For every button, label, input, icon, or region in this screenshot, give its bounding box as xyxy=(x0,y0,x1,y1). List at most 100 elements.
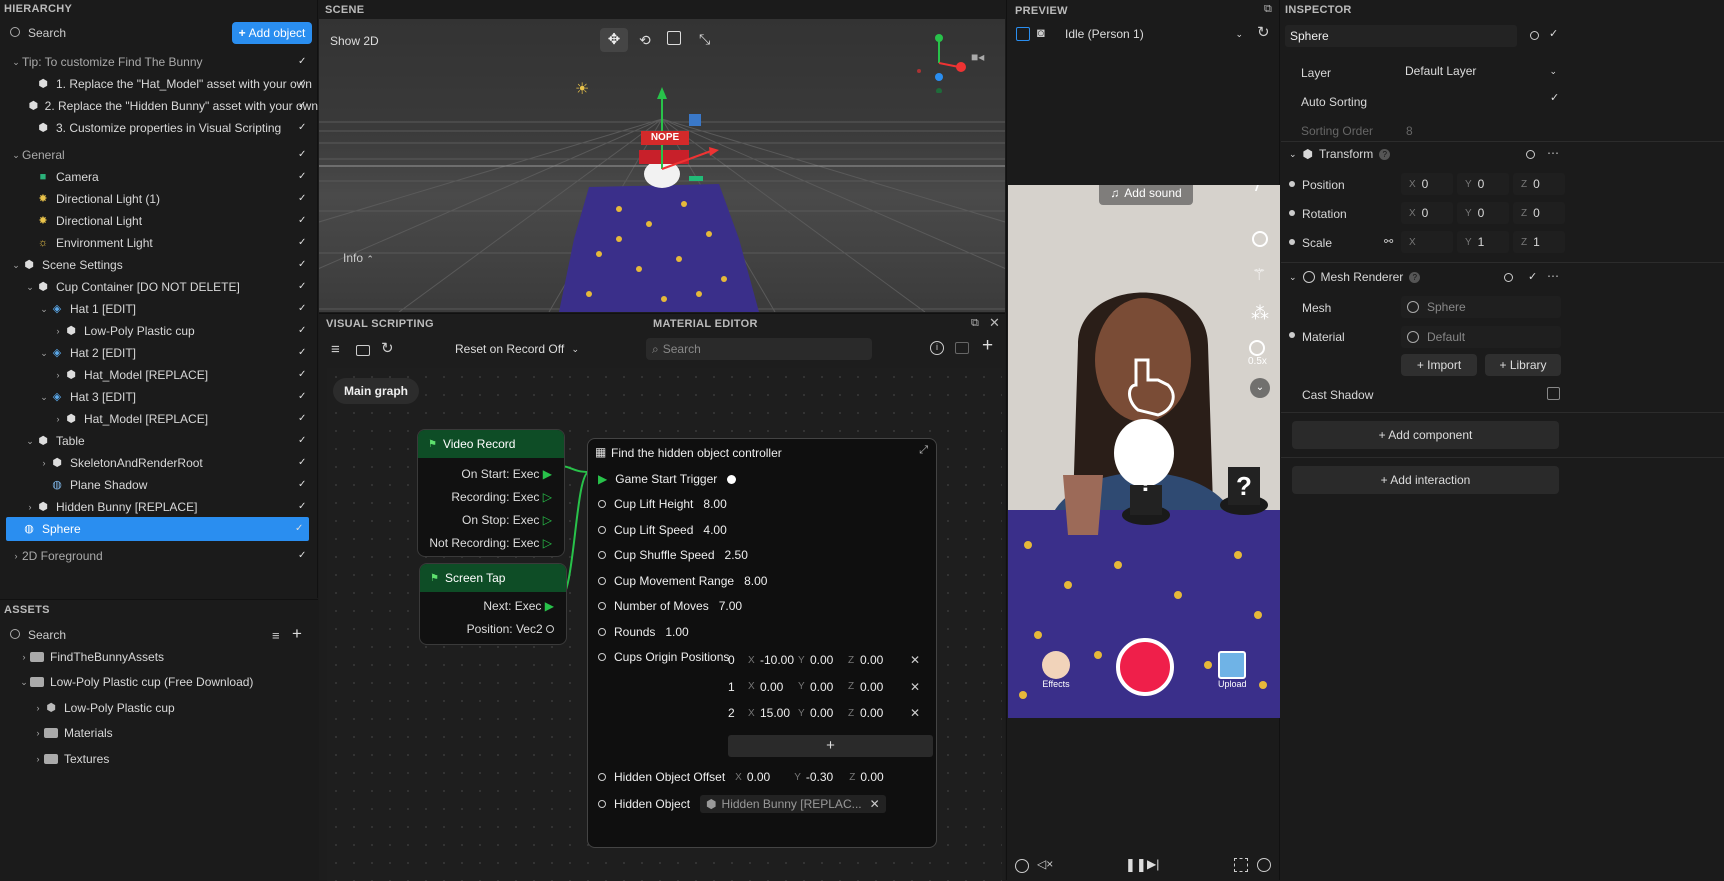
hierarchy-item[interactable]: ⌄ ⬢ Table ✓ xyxy=(0,429,318,453)
object-name-input[interactable]: Sphere xyxy=(1285,25,1517,47)
assets-search-input[interactable]: Search xyxy=(28,628,66,642)
visibility-check-icon[interactable]: ✓ xyxy=(298,370,308,380)
chevron-right-icon[interactable]: › xyxy=(38,458,50,468)
hierarchy-item[interactable]: ⌄ ◈ Hat 2 [EDIT] ✓ xyxy=(0,341,318,365)
recording-port[interactable]: Recording: Exec ▷ xyxy=(451,490,552,504)
cast-shadow-checkbox[interactable] xyxy=(1547,387,1560,400)
visual-scripting-title[interactable]: VISUAL SCRIPTING xyxy=(326,318,434,330)
more-icon[interactable]: ⋯ xyxy=(1547,269,1559,283)
property-value[interactable]: 2.50 xyxy=(725,548,748,562)
position-entry[interactable]: 2 X 15.00 Y 0.00 Z 0.00 ✕ xyxy=(728,702,933,724)
mute-icon[interactable]: ◁× xyxy=(1037,857,1053,871)
layout-icon[interactable] xyxy=(955,342,969,354)
hierarchy-item[interactable]: ⌄ General ✓ xyxy=(0,143,318,167)
position-z[interactable]: 0.00 xyxy=(860,653,910,667)
visibility-check-icon[interactable]: ✓ xyxy=(298,392,308,402)
step-forward-icon[interactable]: ▶| xyxy=(1147,857,1159,871)
hierarchy-search-input[interactable]: Search xyxy=(28,26,66,40)
pause-icon[interactable]: ❚❚ xyxy=(1125,857,1147,873)
asset-folder[interactable]: › Materials xyxy=(0,721,318,745)
visibility-check-icon[interactable]: ✓ xyxy=(298,326,308,336)
position-y[interactable]: 0.00 xyxy=(810,706,848,720)
hierarchy-item[interactable]: › ⬢ Hat_Model [REPLACE] ✓ xyxy=(0,363,318,387)
chevron-down-icon[interactable]: ⌄ xyxy=(10,57,22,68)
device-icon[interactable] xyxy=(1016,27,1030,41)
import-button[interactable]: + Import xyxy=(1401,354,1477,376)
hierarchy-item[interactable]: ⬢ 1. Replace the "Hat_Model" asset with y… xyxy=(0,72,318,96)
visibility-check-icon[interactable]: ✓ xyxy=(298,502,308,512)
not-recording-port[interactable]: Not Recording: Exec ▷ xyxy=(429,536,552,550)
visibility-check-icon[interactable]: ✓ xyxy=(298,304,308,314)
material-field[interactable]: Default xyxy=(1401,326,1561,348)
visibility-check-icon[interactable]: ✓ xyxy=(298,123,308,133)
refresh-icon[interactable]: ↻ xyxy=(381,339,394,357)
magic-wand-icon[interactable]: ⚚ xyxy=(1252,265,1266,285)
scale-z-field[interactable]: Z1 xyxy=(1513,231,1565,253)
visibility-check-icon[interactable]: ✓ xyxy=(298,57,308,67)
visibility-check-icon[interactable]: ✓ xyxy=(298,260,308,270)
visibility-check-icon[interactable]: ✓ xyxy=(298,436,308,446)
scale-x-field[interactable]: X xyxy=(1401,231,1453,253)
visibility-check-icon[interactable]: ✓ xyxy=(298,480,308,490)
radio-icon[interactable] xyxy=(1504,273,1513,282)
chevron-right-icon[interactable]: › xyxy=(52,326,64,336)
chevron-down-icon[interactable]: ⌄ xyxy=(38,392,50,403)
more-icon[interactable]: ⋯ xyxy=(1547,146,1559,160)
transform-header[interactable]: ⌄ ⬢ Transform? xyxy=(1289,147,1391,161)
info-toggle[interactable]: Info ⌃ xyxy=(343,251,374,265)
property-value[interactable]: 8.00 xyxy=(744,574,767,588)
visibility-check-icon[interactable]: ✓ xyxy=(298,150,308,160)
library-button[interactable]: + Library xyxy=(1485,354,1561,376)
position-x-field[interactable]: X0 xyxy=(1401,173,1453,195)
offset-z[interactable]: 0.00 xyxy=(860,770,883,784)
hierarchy-item[interactable]: ⌄ ⬢ Scene Settings ✓ xyxy=(0,253,318,277)
next-port[interactable]: Next: Exec ▶ xyxy=(483,599,554,613)
hierarchy-item[interactable]: ✸ Directional Light ✓ xyxy=(0,209,318,233)
offset-y[interactable]: -0.30 xyxy=(806,770,833,784)
visibility-check-icon[interactable]: ✓ xyxy=(298,414,308,424)
add-object-button[interactable]: + Add object xyxy=(232,22,312,44)
upload-button[interactable]: Upload xyxy=(1218,651,1247,689)
show-2d-toggle[interactable]: Show 2D xyxy=(330,34,379,48)
position-x[interactable]: 0.00 xyxy=(760,680,798,694)
clear-icon[interactable]: ✕ xyxy=(870,797,880,811)
position-z[interactable]: 0.00 xyxy=(860,706,910,720)
hidden-object[interactable]: Hidden Object ⬢ Hidden Bunny [REPLAC... ✕ xyxy=(598,795,886,813)
controller-property[interactable]: Cup Movement Range 8.00 xyxy=(598,574,767,588)
record-button[interactable] xyxy=(1116,638,1174,696)
timer-icon[interactable] xyxy=(1252,231,1268,247)
chevron-right-icon[interactable]: › xyxy=(24,502,36,512)
help-icon[interactable]: ? xyxy=(1409,271,1421,283)
reset-dropdown[interactable]: Reset on Record Off ⌄ xyxy=(447,339,587,359)
add-component-button[interactable]: + Add component xyxy=(1292,421,1559,449)
record-status-icon[interactable] xyxy=(1257,858,1271,872)
add-sound-button[interactable]: ♫ Add sound xyxy=(1099,185,1193,205)
visibility-radio-icon[interactable] xyxy=(1530,31,1539,40)
hierarchy-item[interactable]: ☼ Environment Light ✓ xyxy=(0,231,318,255)
remove-icon[interactable]: ✕ xyxy=(910,653,920,667)
hierarchy-item-selected[interactable]: ◍ Sphere ✓ xyxy=(6,517,309,541)
chevron-right-icon[interactable]: › xyxy=(10,551,22,561)
hierarchy-item[interactable]: ⌄ ◈ Hat 3 [EDIT] ✓ xyxy=(0,385,318,409)
screenshot-icon[interactable] xyxy=(1015,859,1029,873)
scene-viewport[interactable]: NOPE ☀ Show 2D ✥ ⟲ ⤡ ■◂ Info ⌃ xyxy=(319,19,1005,312)
hierarchy-item[interactable]: › ⬢ Hat_Model [REPLACE] ✓ xyxy=(0,407,318,431)
hierarchy-item[interactable]: › ⬢ Hidden Bunny [REPLACE] ✓ xyxy=(0,495,318,519)
expand-options-icon[interactable]: ⌄ xyxy=(1250,378,1270,398)
chevron-down-icon[interactable]: ⌄ xyxy=(10,150,22,161)
external-link-icon[interactable]: ⧉ xyxy=(971,317,979,330)
rotation-x-field[interactable]: X0 xyxy=(1401,202,1453,224)
controller-property[interactable]: Cup Shuffle Speed 2.50 xyxy=(598,548,748,562)
visibility-check-icon[interactable]: ✓ xyxy=(298,348,308,358)
graph-search-input[interactable]: ⌕ Search xyxy=(646,338,872,360)
asset-folder[interactable]: › FindTheBunnyAssets xyxy=(0,645,318,669)
filter-icon[interactable]: ≡ xyxy=(272,628,280,643)
hierarchy-item[interactable]: ⬢ 3. Customize properties in Visual Scrip… xyxy=(0,116,318,140)
add-position-button[interactable]: + xyxy=(728,735,933,757)
controller-node[interactable]: ▦ Find the hidden object controller ⤢ ▶ G… xyxy=(587,438,937,848)
offset-x[interactable]: 0.00 xyxy=(747,770,770,784)
menu-icon[interactable]: ≡ xyxy=(331,341,340,358)
hierarchy-item[interactable]: ⌄ ⬢ Cup Container [DO NOT DELETE] ✓ xyxy=(0,275,318,299)
game-start-trigger[interactable]: ▶ Game Start Trigger xyxy=(598,472,737,486)
filters-icon[interactable]: ⁂ xyxy=(1251,303,1269,324)
